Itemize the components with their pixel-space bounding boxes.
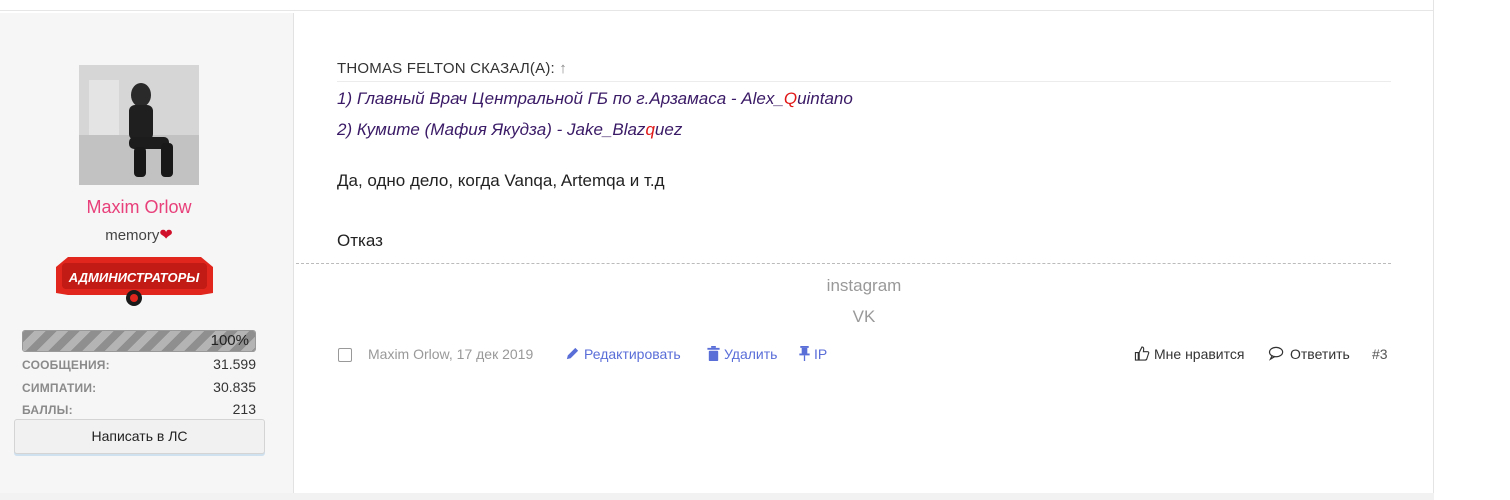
quote-jump-arrow-icon[interactable]: ↑ <box>559 60 567 77</box>
edit-button[interactable]: Редактировать <box>565 346 681 366</box>
progress-text: 100% <box>210 332 249 349</box>
stat-label: БАЛЛЫ: <box>22 403 73 417</box>
edit-label: Редактировать <box>584 346 681 362</box>
stat-points: БАЛЛЫ: 213 <box>22 401 256 417</box>
post-author-date[interactable]: Maxim Orlow, 17 дек 2019 <box>368 346 533 366</box>
reply-label: Ответить <box>1290 346 1350 362</box>
post-body-line: Отказ <box>337 231 383 250</box>
stat-value: 213 <box>232 401 256 417</box>
post-number[interactable]: #3 <box>1372 346 1388 366</box>
user-title-text: memory <box>105 227 160 244</box>
signature-link-instagram[interactable]: instagram <box>296 276 1432 296</box>
stat-label: СИМПАТИИ: <box>22 381 97 395</box>
quote-line-1: 1) Главный Врач Центральной ГБ по г.Арза… <box>337 89 853 109</box>
page-margin <box>1434 0 1510 500</box>
top-divider <box>0 10 1433 11</box>
quote-text: 1) Главный Врач Центральной ГБ по г.Арза… <box>337 89 784 108</box>
quote-text: uez <box>654 120 683 139</box>
stat-value: 30.835 <box>213 379 256 395</box>
trash-icon <box>707 346 720 361</box>
like-label: Мне нравится <box>1154 346 1245 362</box>
quote-line-2: 2) Кумите (Мафия Якудза) - Jake_Blazquez <box>337 120 682 140</box>
delete-label: Удалить <box>724 346 778 362</box>
quote-text: uintano <box>797 89 853 108</box>
user-progress-bar: 100% <box>22 330 256 352</box>
quote-text: 2) Кумите (Мафия Якудза) - Jake_Blaz <box>337 120 646 139</box>
thumbs-up-icon <box>1134 346 1150 361</box>
stat-likes: СИМПАТИИ: 30.835 <box>22 379 256 395</box>
quote-highlight: Q <box>783 89 798 108</box>
post-body-line: Да, одно дело, когда Vanqa, Artemqa и т.… <box>337 171 665 190</box>
ip-label: IP <box>814 346 828 362</box>
reply-button[interactable]: Ответить <box>1268 346 1350 366</box>
private-message-button[interactable]: Написать в ЛС <box>14 419 265 454</box>
stat-value: 31.599 <box>213 356 256 372</box>
quote-header: THOMAS FELTON СКАЗАЛ(А): ↑ <box>337 60 1391 82</box>
quote-author[interactable]: THOMAS FELTON СКАЗАЛ(А): <box>337 60 555 77</box>
heart-icon: ❤ <box>159 227 173 244</box>
group-banner: АДМИНИСТРАТОРЫ <box>56 255 213 307</box>
ip-button[interactable]: IP <box>799 346 827 366</box>
quote-highlight: q <box>645 120 655 139</box>
avatar[interactable] <box>79 65 199 185</box>
signature-link-vk[interactable]: VK <box>296 307 1432 327</box>
delete-button[interactable]: Удалить <box>707 346 777 366</box>
group-banner-label: АДМИНИСТРАТОРЫ <box>68 270 200 285</box>
user-title: memory❤ <box>0 225 278 245</box>
signature-divider <box>296 263 1391 264</box>
reply-speech-icon <box>1268 346 1284 361</box>
pin-icon <box>799 346 810 361</box>
stat-messages: СООБЩЕНИЯ: 31.599 <box>22 356 256 372</box>
username[interactable]: Maxim Orlow <box>0 197 278 218</box>
select-post-checkbox[interactable] <box>338 348 352 362</box>
stat-label: СООБЩЕНИЯ: <box>22 358 110 372</box>
like-button[interactable]: Мне нравится <box>1134 346 1244 366</box>
pencil-icon <box>566 347 579 360</box>
